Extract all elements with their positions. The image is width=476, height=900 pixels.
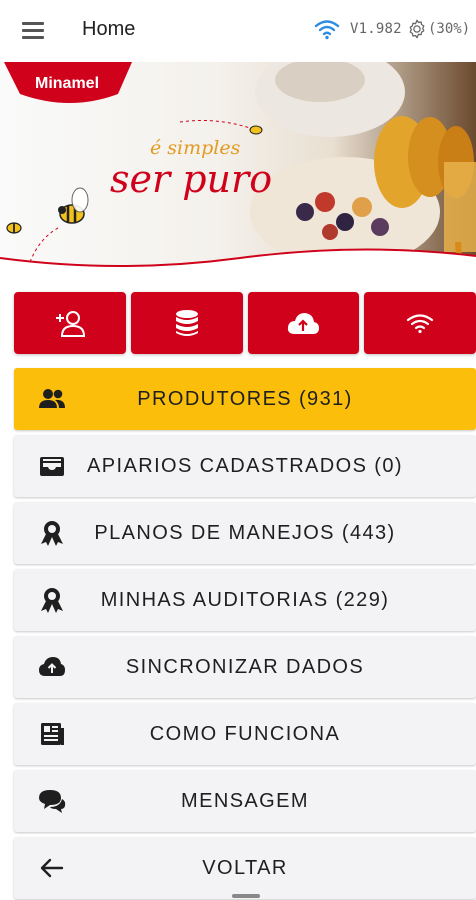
battery-status: (30%) — [428, 21, 471, 37]
cloud-upload-icon — [288, 313, 320, 334]
people-icon — [39, 389, 65, 408]
wifi-icon — [314, 20, 340, 40]
quick-action-bar — [14, 292, 476, 354]
menu-item-label: SINCRONIZAR DADOS — [125, 655, 365, 678]
menu-item-label: PLANOS DE MANEJOS (443) — [94, 521, 396, 544]
bee-icon — [6, 222, 22, 234]
menu-item-sincronizar-dados[interactable]: SINCRONIZAR DADOS — [14, 636, 476, 698]
menu-item-apiarios[interactable]: APIARIOS CADASTRADOS (0) — [14, 435, 476, 497]
page-title: Home — [82, 18, 136, 40]
menu-item-label: APIARIOS CADASTRADOS (0) — [87, 454, 403, 477]
add-user-button[interactable] — [14, 292, 126, 354]
gear-icon[interactable] — [406, 18, 428, 40]
bee-icon — [58, 187, 89, 224]
menu-item-como-funciona[interactable]: COMO FUNCIONA — [14, 703, 476, 765]
menu-item-minhas-auditorias[interactable]: MINHAS AUDITORIAS (229) — [14, 569, 476, 631]
menu-item-label: COMO FUNCIONA — [149, 722, 341, 745]
banner-illustration: Minamel é simples ser puro — [0, 62, 476, 278]
menu-item-label: MENSAGEM — [181, 789, 309, 812]
menu-item-voltar[interactable]: VOLTAR — [14, 837, 476, 899]
chat-bubbles-icon — [39, 790, 66, 813]
menu-item-label: VOLTAR — [202, 856, 288, 879]
menu-item-planos-de-manejos[interactable]: PLANOS DE MANEJOS (443) — [14, 502, 476, 564]
award-ribbon-icon — [41, 588, 63, 613]
tagline-line2: ser puro — [110, 157, 272, 201]
tagline-line1: é simples — [150, 137, 241, 159]
brand-logo-text: Minamel — [35, 75, 99, 92]
newspaper-icon — [41, 723, 64, 745]
menu-item-produtores[interactable]: PRODUTORES (931) — [14, 368, 476, 430]
main-menu: PRODUTORES (931) APIARIOS CADASTRADOS (0… — [14, 368, 476, 900]
version-label: V1.982 — [350, 21, 402, 37]
add-user-icon — [55, 311, 85, 337]
menu-item-label: MINHAS AUDITORIAS (229) — [100, 588, 390, 611]
inbox-icon — [40, 457, 64, 476]
database-icon — [175, 310, 198, 336]
brand-banner: Minamel é simples ser puro — [0, 62, 476, 278]
cloud-upload-icon — [39, 657, 65, 676]
app-bar: Home V1.982 (30%) — [0, 0, 476, 62]
hamburger-menu-icon[interactable] — [22, 22, 44, 40]
bee-icon — [249, 125, 263, 135]
database-button[interactable] — [130, 292, 243, 354]
menu-item-label: PRODUTORES (931) — [137, 387, 353, 410]
award-ribbon-icon — [41, 521, 63, 546]
cloud-upload-button[interactable] — [247, 292, 360, 354]
scroll-indicator — [232, 894, 260, 898]
arrow-back-icon — [40, 858, 64, 878]
wifi-button[interactable] — [364, 292, 476, 354]
menu-item-mensagem[interactable]: MENSAGEM — [14, 770, 476, 832]
wifi-icon — [407, 314, 434, 334]
